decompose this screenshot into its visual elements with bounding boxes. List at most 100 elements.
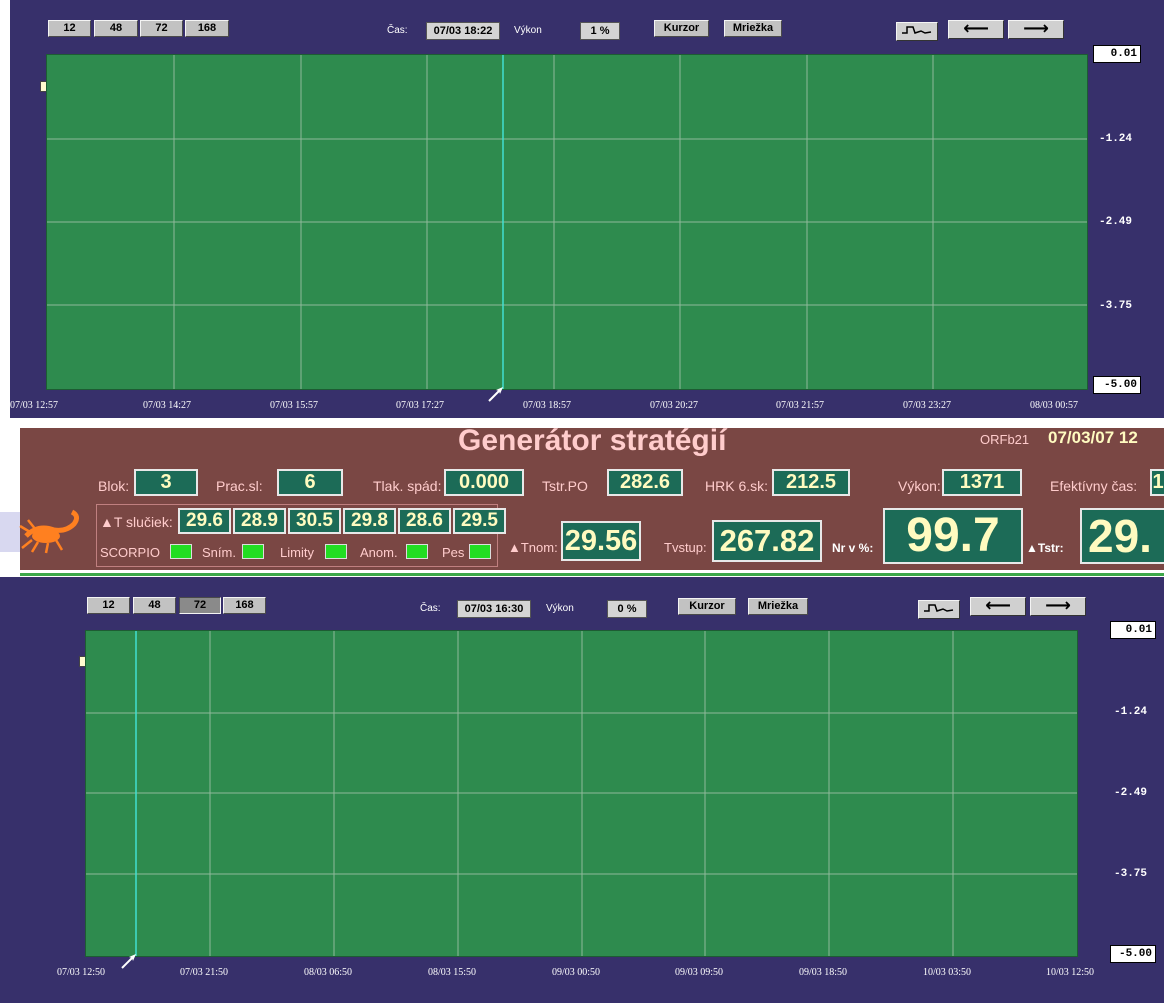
mriezka-button[interactable]: Mriežka xyxy=(748,598,808,615)
tvstup-value: 267.82 xyxy=(712,520,822,562)
x-tick: 09/03 00:50 xyxy=(552,967,601,978)
datetime-label: 07/03/07 12 xyxy=(1048,428,1138,447)
efekt-value: 1 xyxy=(1150,469,1164,496)
x-tick: 09/03 09:50 xyxy=(675,967,724,978)
scroll-left-button[interactable]: ⟵ xyxy=(970,597,1026,616)
x-tick: 08/03 06:50 xyxy=(304,967,353,978)
scroll-right-button[interactable]: ⟶ xyxy=(1030,597,1086,616)
hrk-label: HRK 6.sk: xyxy=(705,478,769,494)
y-tick: -2.49 xyxy=(1114,787,1148,799)
cursor-pointer-icon[interactable] xyxy=(487,385,505,403)
chart-mode-icon xyxy=(924,604,954,612)
top-trend-panel: 12 48 72 168 Čas: 07/03 18:22 Výkon 1 % … xyxy=(10,0,1164,418)
scroll-left-button[interactable]: ⟵ xyxy=(948,20,1004,39)
y-max-field[interactable]: 0.01 xyxy=(1110,621,1156,639)
x-tick: 07/03 12:50 xyxy=(57,967,106,978)
x-tick: 10/03 03:50 xyxy=(923,967,972,978)
hrk-value: 212.5 xyxy=(772,469,850,496)
dt-slucka-4: 29.8 xyxy=(343,508,396,534)
tvstup-label: Tvstup: xyxy=(664,540,707,555)
indicator-label-scorpio: SCORPIO xyxy=(100,545,160,560)
indicator-pes[interactable] xyxy=(469,544,491,559)
mriezka-button[interactable]: Mriežka xyxy=(724,20,782,37)
nr-label: Nr v %: xyxy=(832,541,874,555)
y-min-field[interactable]: -5.00 xyxy=(1093,376,1141,394)
arrow-left-icon: ⟵ xyxy=(963,18,989,39)
y-max-field[interactable]: 0.01 xyxy=(1093,45,1141,63)
dt-slucka-5: 28.6 xyxy=(398,508,451,534)
cas-value: 07/03 16:30 xyxy=(457,600,531,618)
dtstr-value: 29. xyxy=(1080,508,1164,564)
y-tick: -1.24 xyxy=(1099,133,1133,145)
x-tick: 07/03 15:57 xyxy=(270,400,319,411)
x-tick: 07/03 20:27 xyxy=(650,400,699,411)
y-min-field[interactable]: -5.00 xyxy=(1110,945,1156,963)
x-tick: 07/03 21:57 xyxy=(776,400,825,411)
station-label: ORFb21 xyxy=(980,432,1030,447)
pracsl-value: 6 xyxy=(277,469,343,496)
indicator-limity[interactable] xyxy=(325,544,347,559)
range-48-button[interactable]: 48 xyxy=(133,597,176,614)
bottom-plot-svg xyxy=(86,631,1077,956)
indicator-snim[interactable] xyxy=(242,544,264,559)
bottom-trend-panel: 12 48 72 168 Čas: 07/03 16:30 Výkon 0 % … xyxy=(0,577,1164,1003)
x-tick: 07/03 23:27 xyxy=(903,400,952,411)
range-72-button[interactable]: 72 xyxy=(179,597,221,614)
vykon-value: 0 % xyxy=(607,600,647,618)
cas-value: 07/03 18:22 xyxy=(426,22,500,40)
chart-mode-button[interactable] xyxy=(896,22,938,41)
dt-slucka-6: 29.5 xyxy=(453,508,506,534)
x-tick: 10/03 12:50 xyxy=(1046,967,1095,978)
chart-mode-icon xyxy=(902,26,932,34)
range-12-button[interactable]: 12 xyxy=(87,597,130,614)
vykon-status-value: 1371 xyxy=(942,469,1022,496)
arrow-right-icon: ⟶ xyxy=(1023,18,1049,39)
status-panel: Generátor stratégií ORFb21 07/03/07 12 B… xyxy=(19,424,1164,570)
tstr-po-label: Tstr.PO xyxy=(542,478,588,494)
x-tick: 08/03 15:50 xyxy=(428,967,477,978)
efekt-label: Efektívny čas: xyxy=(1050,478,1138,494)
indicator-label-snim: Sním. xyxy=(202,545,236,560)
blok-value: 3 xyxy=(134,469,198,496)
arrow-left-icon: ⟵ xyxy=(985,595,1011,616)
range-48-button[interactable]: 48 xyxy=(94,20,138,37)
vykon-value: 1 % xyxy=(580,22,620,40)
top-plot-svg xyxy=(47,55,1087,389)
blok-label: Blok: xyxy=(98,478,130,494)
vykon-label: Výkon xyxy=(514,25,542,36)
side-decoration xyxy=(0,512,20,552)
arrow-right-icon: ⟶ xyxy=(1045,595,1071,616)
range-72-button[interactable]: 72 xyxy=(140,20,183,37)
vykon-status-label: Výkon: xyxy=(898,478,941,494)
scorpio-logo-icon xyxy=(19,509,80,554)
cas-label: Čas: xyxy=(420,603,441,614)
x-tick: 07/03 12:57 xyxy=(10,400,59,411)
x-tick: 07/03 14:27 xyxy=(143,400,192,411)
tnom-label: ▲Tnom: xyxy=(508,540,558,555)
kurzor-button[interactable]: Kurzor xyxy=(654,20,709,37)
dt-slucka-1: 29.6 xyxy=(178,508,231,534)
kurzor-button[interactable]: Kurzor xyxy=(678,598,736,615)
y-tick: -1.24 xyxy=(1114,706,1148,718)
tlak-label: Tlak. spád: xyxy=(373,478,442,494)
bottom-plot-area[interactable] xyxy=(85,630,1078,957)
x-tick: 07/03 21:50 xyxy=(180,967,229,978)
dt-slucka-2: 28.9 xyxy=(233,508,286,534)
separator-line xyxy=(20,573,1164,576)
indicator-scorpio[interactable] xyxy=(170,544,192,559)
range-12-button[interactable]: 12 xyxy=(48,20,91,37)
tnom-value: 29.56 xyxy=(561,521,641,561)
dt-slucka-3: 30.5 xyxy=(288,508,341,534)
tstr-po-value: 282.6 xyxy=(607,469,683,496)
range-168-button[interactable]: 168 xyxy=(185,20,229,37)
top-plot-area[interactable] xyxy=(46,54,1088,390)
range-168-button[interactable]: 168 xyxy=(223,597,266,614)
x-tick: 08/03 00:57 xyxy=(1030,400,1079,411)
cursor-pointer-icon[interactable] xyxy=(120,952,138,970)
indicator-label-pes: Pes xyxy=(442,545,465,560)
chart-mode-button[interactable] xyxy=(918,600,960,619)
tlak-value: 0.000 xyxy=(444,469,524,496)
indicator-anom[interactable] xyxy=(406,544,428,559)
scroll-right-button[interactable]: ⟶ xyxy=(1008,20,1064,39)
indicator-label-limity: Limity xyxy=(280,545,314,560)
